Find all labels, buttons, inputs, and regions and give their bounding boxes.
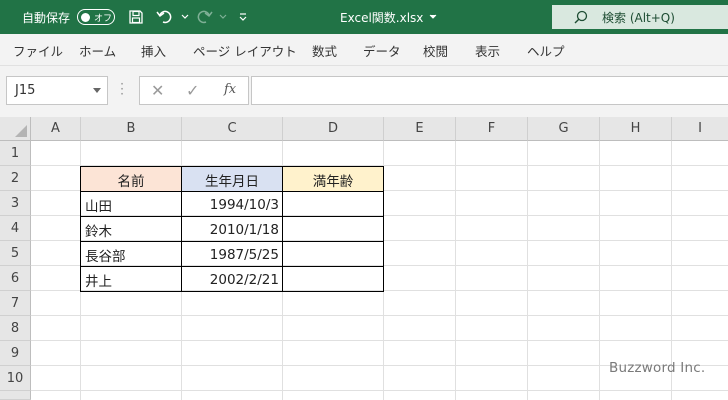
- select-all-icon: [15, 125, 27, 137]
- menu-bar: ファイル ホーム 挿入 ページ レイアウト 数式 データ 校閲 表示 ヘルプ: [0, 34, 728, 66]
- gridline: [31, 315, 728, 316]
- save-icon[interactable]: [126, 0, 146, 34]
- file-title-chevron-icon: [430, 14, 437, 19]
- autosave-state: オフ: [94, 13, 113, 24]
- row-header-4[interactable]: 4: [0, 216, 31, 241]
- data-table: 名前 生年月日 満年齢 山田 1994/10/3 鈴木 2010/1/18 長谷…: [80, 166, 384, 292]
- formula-bar: J15 · · · ✕ ✓ fx: [0, 66, 728, 117]
- insert-function-icon[interactable]: fx: [224, 82, 236, 97]
- age-cell[interactable]: [283, 267, 383, 292]
- column-header-g[interactable]: G: [528, 117, 600, 141]
- name-box-value: J15: [15, 83, 36, 98]
- column-header-i[interactable]: I: [672, 117, 728, 141]
- gridline: [599, 141, 600, 400]
- column-header-a[interactable]: A: [31, 117, 81, 141]
- menu-page-layout[interactable]: ページ レイアウト: [193, 34, 297, 66]
- header-birthdate-cell[interactable]: 生年月日: [182, 167, 282, 192]
- file-title[interactable]: Excel関数.xlsx: [340, 0, 437, 34]
- menu-review[interactable]: 校閲: [423, 34, 448, 66]
- row-header-10[interactable]: 10: [0, 366, 31, 391]
- redo-dropdown-icon[interactable]: [213, 0, 233, 34]
- row-header-1[interactable]: 1: [0, 141, 31, 166]
- age-cell[interactable]: [283, 242, 383, 267]
- row-header-5[interactable]: 5: [0, 241, 31, 266]
- row-header-9[interactable]: 9: [0, 341, 31, 366]
- table-border: [81, 191, 383, 192]
- birthdate-cell[interactable]: 1994/10/3: [182, 192, 282, 217]
- row-header-8[interactable]: 8: [0, 316, 31, 341]
- birthdate-cell[interactable]: 1987/5/25: [182, 242, 282, 267]
- undo-dropdown-icon[interactable]: [175, 0, 195, 34]
- name-box-dropdown-icon[interactable]: [93, 88, 101, 93]
- toggle-knob: [81, 12, 90, 22]
- select-all-button[interactable]: [0, 117, 31, 141]
- spreadsheet-grid[interactable]: A B C D E F G H I 1 2 3 4 5 6 7 8 9 10 名…: [0, 117, 728, 400]
- search-label: 検索 (Alt+Q): [602, 10, 675, 25]
- formula-input[interactable]: [251, 76, 728, 105]
- watermark: Buzzword Inc.: [609, 360, 706, 376]
- formula-buttons: ✕ ✓ fx: [139, 76, 249, 105]
- menu-data[interactable]: データ: [363, 34, 401, 66]
- autosave-toggle[interactable]: オフ: [77, 9, 115, 25]
- row-header-7[interactable]: 7: [0, 291, 31, 316]
- title-bar: 自動保存 オフ Excel関数.xlsx 検索 (Alt+Q): [0, 0, 728, 34]
- search-box[interactable]: 検索 (Alt+Q): [552, 5, 728, 29]
- menu-insert[interactable]: 挿入: [141, 34, 166, 66]
- table-border: [282, 167, 283, 291]
- header-age-cell[interactable]: 満年齢: [283, 167, 383, 192]
- menu-file[interactable]: ファイル: [13, 34, 63, 66]
- enter-icon[interactable]: ✓: [186, 81, 199, 100]
- birthdate-cell[interactable]: 2002/2/21: [182, 267, 282, 292]
- row-header-11[interactable]: [0, 391, 31, 400]
- age-cell[interactable]: [283, 192, 383, 217]
- birthdate-cell[interactable]: 2010/1/18: [182, 217, 282, 242]
- search-icon: [574, 10, 588, 24]
- gridline: [455, 141, 456, 400]
- gridline: [31, 340, 728, 341]
- table-border: [81, 241, 383, 242]
- age-cell[interactable]: [283, 217, 383, 242]
- table-border: [81, 216, 383, 217]
- menu-formulas[interactable]: 数式: [312, 34, 337, 66]
- file-title-text: Excel関数.xlsx: [340, 10, 424, 25]
- row-header-3[interactable]: 3: [0, 191, 31, 216]
- header-name-cell[interactable]: 名前: [81, 167, 181, 192]
- row-header-2[interactable]: 2: [0, 166, 31, 191]
- name-cell[interactable]: 井上: [81, 267, 181, 292]
- row-header-6[interactable]: 6: [0, 266, 31, 291]
- more-options-icon[interactable]: · · ·: [119, 78, 125, 100]
- menu-view[interactable]: 表示: [475, 34, 500, 66]
- gridline: [527, 141, 528, 400]
- gridline: [31, 390, 728, 391]
- menu-help[interactable]: ヘルプ: [527, 34, 565, 66]
- column-header-h[interactable]: H: [600, 117, 672, 141]
- table-border: [81, 266, 383, 267]
- undo-icon[interactable]: [155, 0, 175, 34]
- column-header-e[interactable]: E: [384, 117, 456, 141]
- column-header-b[interactable]: B: [81, 117, 182, 141]
- name-cell[interactable]: 山田: [81, 192, 181, 217]
- column-header-c[interactable]: C: [182, 117, 283, 141]
- name-cell[interactable]: 長谷部: [81, 242, 181, 267]
- table-border: [181, 167, 182, 291]
- menu-home[interactable]: ホーム: [79, 34, 116, 66]
- column-header-f[interactable]: F: [456, 117, 528, 141]
- name-cell[interactable]: 鈴木: [81, 217, 181, 242]
- customize-icon[interactable]: [233, 0, 253, 34]
- redo-icon[interactable]: [194, 0, 214, 34]
- autosave-label: 自動保存: [22, 10, 71, 25]
- name-box[interactable]: J15: [6, 76, 108, 105]
- column-header-d[interactable]: D: [283, 117, 384, 141]
- cancel-icon[interactable]: ✕: [151, 81, 164, 100]
